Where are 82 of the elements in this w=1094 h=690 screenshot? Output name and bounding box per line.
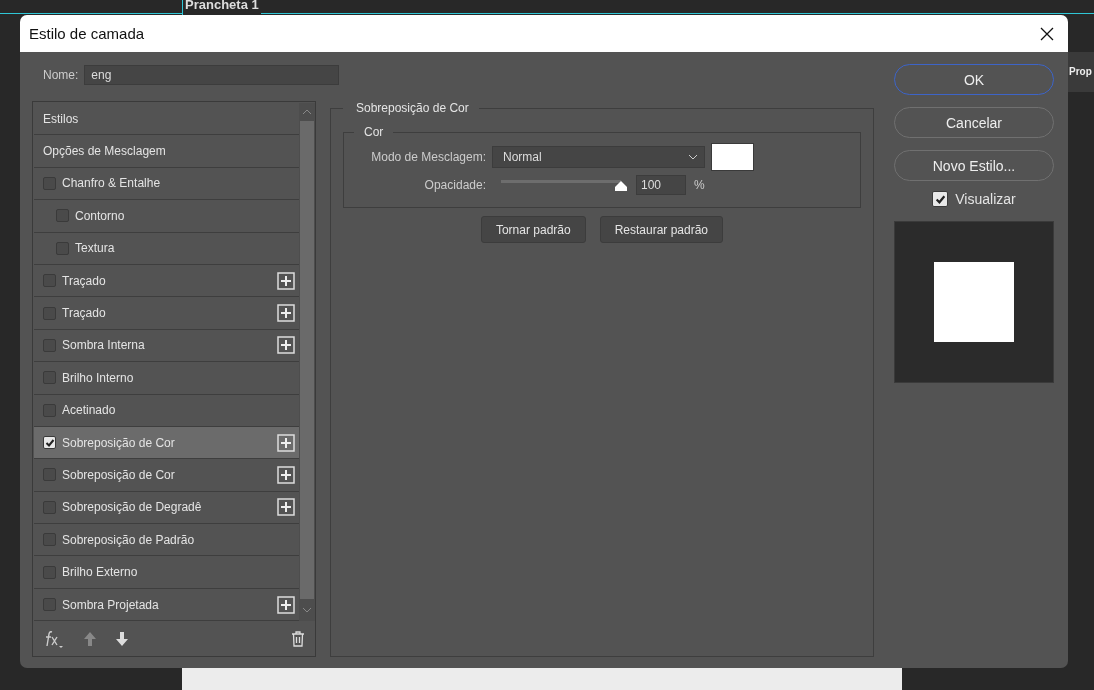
add-icon[interactable]	[277, 498, 295, 517]
style-label: Traçado	[62, 273, 107, 288]
style-label: Sombra Interna	[62, 338, 146, 353]
style-label: Sombra Projetada	[62, 597, 160, 612]
trash-icon[interactable]	[291, 630, 305, 647]
opacity-field[interactable]: 100	[636, 175, 686, 195]
style-label: Chanfro & Entalhe	[62, 176, 162, 191]
panel-title: Sobreposição de Cor	[355, 101, 470, 115]
style-item[interactable]: Sombra Projetada	[34, 588, 299, 622]
style-item[interactable]: Sombra Interna	[34, 329, 299, 363]
add-icon[interactable]	[277, 433, 295, 452]
add-icon[interactable]	[277, 271, 295, 290]
check-icon	[44, 437, 55, 448]
add-icon[interactable]	[277, 466, 295, 484]
style-item[interactable]: Acetinado	[34, 394, 299, 427]
style-label: Sobreposição de Cor	[62, 435, 176, 450]
style-item[interactable]: Traçado	[34, 264, 299, 298]
scroll-up-icon[interactable]	[302, 109, 312, 115]
checkbox[interactable]	[56, 209, 69, 223]
style-label: Opções de Mesclagem	[43, 144, 167, 159]
opacity-label: Opacidade:	[423, 178, 486, 192]
checkbox[interactable]	[43, 403, 56, 417]
style-label: Acetinado	[62, 403, 117, 418]
default-button[interactable]: Tornar padrão	[480, 216, 586, 243]
add-icon[interactable]	[277, 336, 295, 355]
add-icon[interactable]	[277, 304, 295, 323]
dialog-button[interactable]: Cancelar	[894, 107, 1054, 138]
checkbox[interactable]	[43, 565, 56, 579]
preview-checkbox[interactable]	[932, 191, 949, 207]
name-field[interactable]: eng	[84, 65, 340, 85]
style-label: Sobreposição de Cor	[62, 468, 176, 482]
blend-mode-label: Modo de Mesclagem:	[370, 150, 486, 164]
check-icon	[934, 193, 946, 205]
add-icon[interactable]	[277, 595, 295, 614]
style-item[interactable]: Sobreposição de Cor	[34, 459, 299, 492]
checkbox[interactable]	[43, 598, 56, 612]
up-arrow-icon[interactable]	[83, 630, 97, 647]
slider-thumb[interactable]	[614, 180, 628, 192]
style-item[interactable]: Contorno	[34, 200, 299, 233]
dialog-button[interactable]: Novo Estilo...	[894, 150, 1054, 181]
window-title: Estilo de camada	[29, 25, 145, 42]
scroll-down-icon[interactable]	[302, 607, 312, 614]
color-swatch[interactable]	[711, 143, 754, 171]
checkbox[interactable]	[43, 274, 56, 288]
style-label: Brilho Externo	[62, 565, 139, 580]
preview-label: Visualizar	[955, 191, 1016, 207]
dialog-button[interactable]: OK	[894, 64, 1054, 95]
checkbox[interactable]	[43, 371, 56, 385]
checkbox[interactable]	[43, 468, 56, 482]
style-label: Estilos	[43, 111, 80, 126]
style-label: Sobreposição de Padrão	[62, 532, 196, 547]
checkbox[interactable]	[43, 533, 56, 547]
checkbox[interactable]	[43, 500, 56, 514]
style-item[interactable]: Sobreposição de Cor	[34, 426, 299, 460]
checkbox[interactable]	[43, 306, 56, 320]
checkbox[interactable]	[56, 241, 69, 255]
style-item[interactable]: Brilho Externo	[34, 556, 299, 589]
style-item[interactable]: Textura	[34, 232, 299, 265]
name-label: Nome:	[43, 68, 79, 82]
style-label: Contorno	[75, 208, 126, 223]
style-label: Sobreposição de Degradê	[62, 500, 203, 515]
style-label: Traçado	[62, 306, 107, 321]
default-button[interactable]: Restaurar padrão	[599, 216, 724, 243]
checkbox[interactable]	[43, 436, 56, 450]
style-item[interactable]: Traçado	[34, 297, 299, 330]
panel-tab[interactable]: Prop	[1068, 52, 1094, 92]
style-item[interactable]: Sobreposição de Padrão	[34, 524, 299, 557]
style-item[interactable]: Chanfro & Entalhe	[34, 167, 299, 201]
checkbox[interactable]	[43, 338, 56, 352]
percent-label: %	[694, 178, 705, 192]
style-item[interactable]: Sobreposição de Degradê	[34, 491, 299, 525]
scrollbar[interactable]	[299, 103, 315, 622]
style-item[interactable]: Brilho Interno	[34, 362, 299, 395]
style-label: Textura	[75, 241, 116, 256]
style-label: Brilho Interno	[62, 370, 135, 385]
blend-mode-dropdown[interactable]: Normal	[492, 146, 705, 168]
checkbox[interactable]	[43, 176, 56, 190]
group-title: Cor	[363, 125, 385, 139]
fx-icon[interactable]	[43, 628, 65, 649]
close-icon[interactable]	[1040, 26, 1054, 41]
chevron-down-icon	[688, 154, 698, 160]
down-arrow-icon[interactable]	[115, 630, 129, 647]
